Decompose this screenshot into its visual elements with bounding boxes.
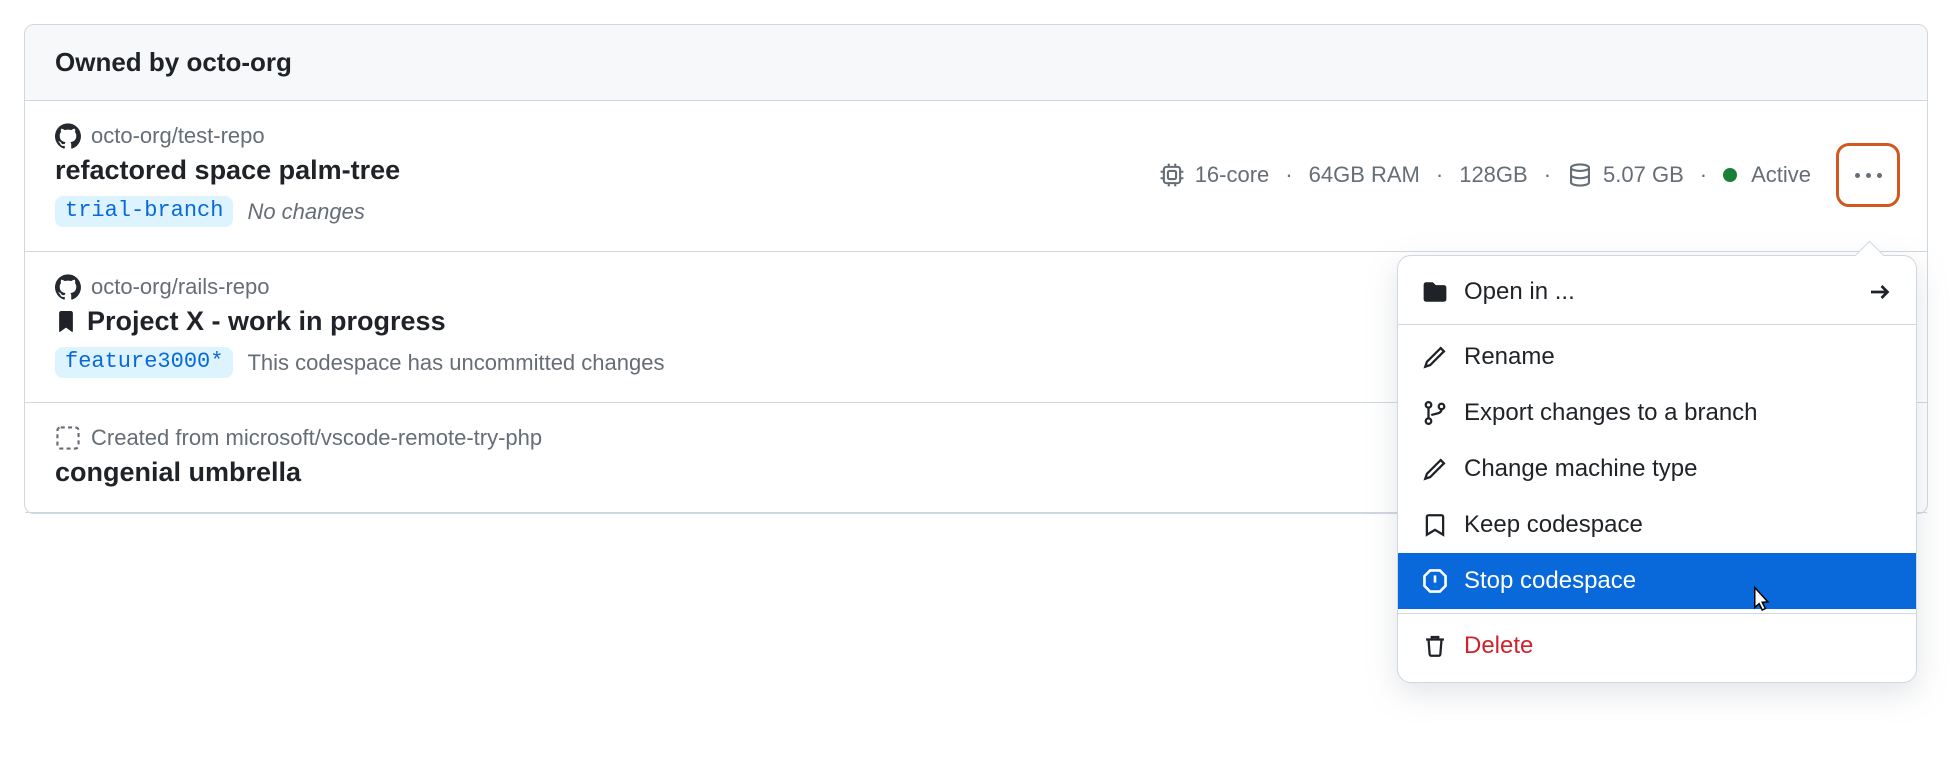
github-icon — [55, 123, 81, 149]
menu-item-rename[interactable]: Rename — [1398, 329, 1916, 385]
cursor-icon — [1746, 585, 1776, 615]
codespace-row: octo-org/test-repo refactored space palm… — [25, 101, 1927, 252]
changes-text: No changes — [247, 199, 364, 225]
menu-item-stop[interactable]: Stop codespace — [1398, 553, 1916, 609]
database-icon — [1567, 162, 1593, 188]
repo-line: Created from microsoft/vscode-remote-try… — [55, 425, 542, 451]
git-branch-icon — [1422, 400, 1448, 426]
menu-item-delete[interactable]: Delete — [1398, 618, 1916, 674]
template-icon — [55, 425, 81, 451]
menu-item-open-in[interactable]: Open in ... — [1398, 264, 1916, 320]
github-icon — [55, 274, 81, 300]
codespaces-panel: Owned by octo-org octo-org/test-repo ref… — [24, 24, 1928, 514]
codespace-name[interactable]: Project X - work in progress — [55, 306, 664, 337]
bookmark-outline-icon — [1422, 512, 1448, 538]
status-dot-icon — [1723, 168, 1737, 182]
codespace-actions-menu: Open in ... Rename Export changes to a b… — [1397, 255, 1917, 683]
created-from-text: Created from microsoft/vscode-remote-try… — [91, 425, 542, 451]
stop-icon — [1422, 568, 1448, 594]
cpu-icon — [1159, 162, 1185, 188]
menu-separator — [1398, 613, 1916, 614]
menu-item-keep[interactable]: Keep codespace — [1398, 497, 1916, 553]
folder-icon — [1422, 279, 1448, 305]
spec-line: 16-core 64GB RAM 128GB 5.07 GB Active — [1159, 146, 1897, 204]
repo-name[interactable]: octo-org/rails-repo — [91, 274, 270, 300]
branch-chip[interactable]: trial-branch — [55, 196, 233, 227]
kebab-menu-button[interactable] — [1839, 146, 1897, 204]
pencil-icon — [1422, 456, 1448, 482]
panel-header: Owned by octo-org — [25, 25, 1927, 101]
trash-icon — [1422, 633, 1448, 659]
pencil-icon — [1422, 344, 1448, 370]
codespace-name[interactable]: congenial umbrella — [55, 457, 542, 488]
menu-separator — [1398, 324, 1916, 325]
codespace-name[interactable]: refactored space palm-tree — [55, 155, 400, 186]
menu-item-change-machine[interactable]: Change machine type — [1398, 441, 1916, 497]
status-text: Active — [1751, 162, 1811, 188]
repo-line: octo-org/test-repo — [55, 123, 400, 149]
changes-text: This codespace has uncommitted changes — [247, 350, 664, 376]
branch-chip[interactable]: feature3000* — [55, 347, 233, 378]
bookmark-icon — [55, 311, 77, 333]
repo-name[interactable]: octo-org/test-repo — [91, 123, 265, 149]
menu-item-export[interactable]: Export changes to a branch — [1398, 385, 1916, 441]
arrow-right-icon — [1868, 280, 1892, 304]
repo-line: octo-org/rails-repo — [55, 274, 664, 300]
kebab-icon — [1855, 173, 1882, 178]
